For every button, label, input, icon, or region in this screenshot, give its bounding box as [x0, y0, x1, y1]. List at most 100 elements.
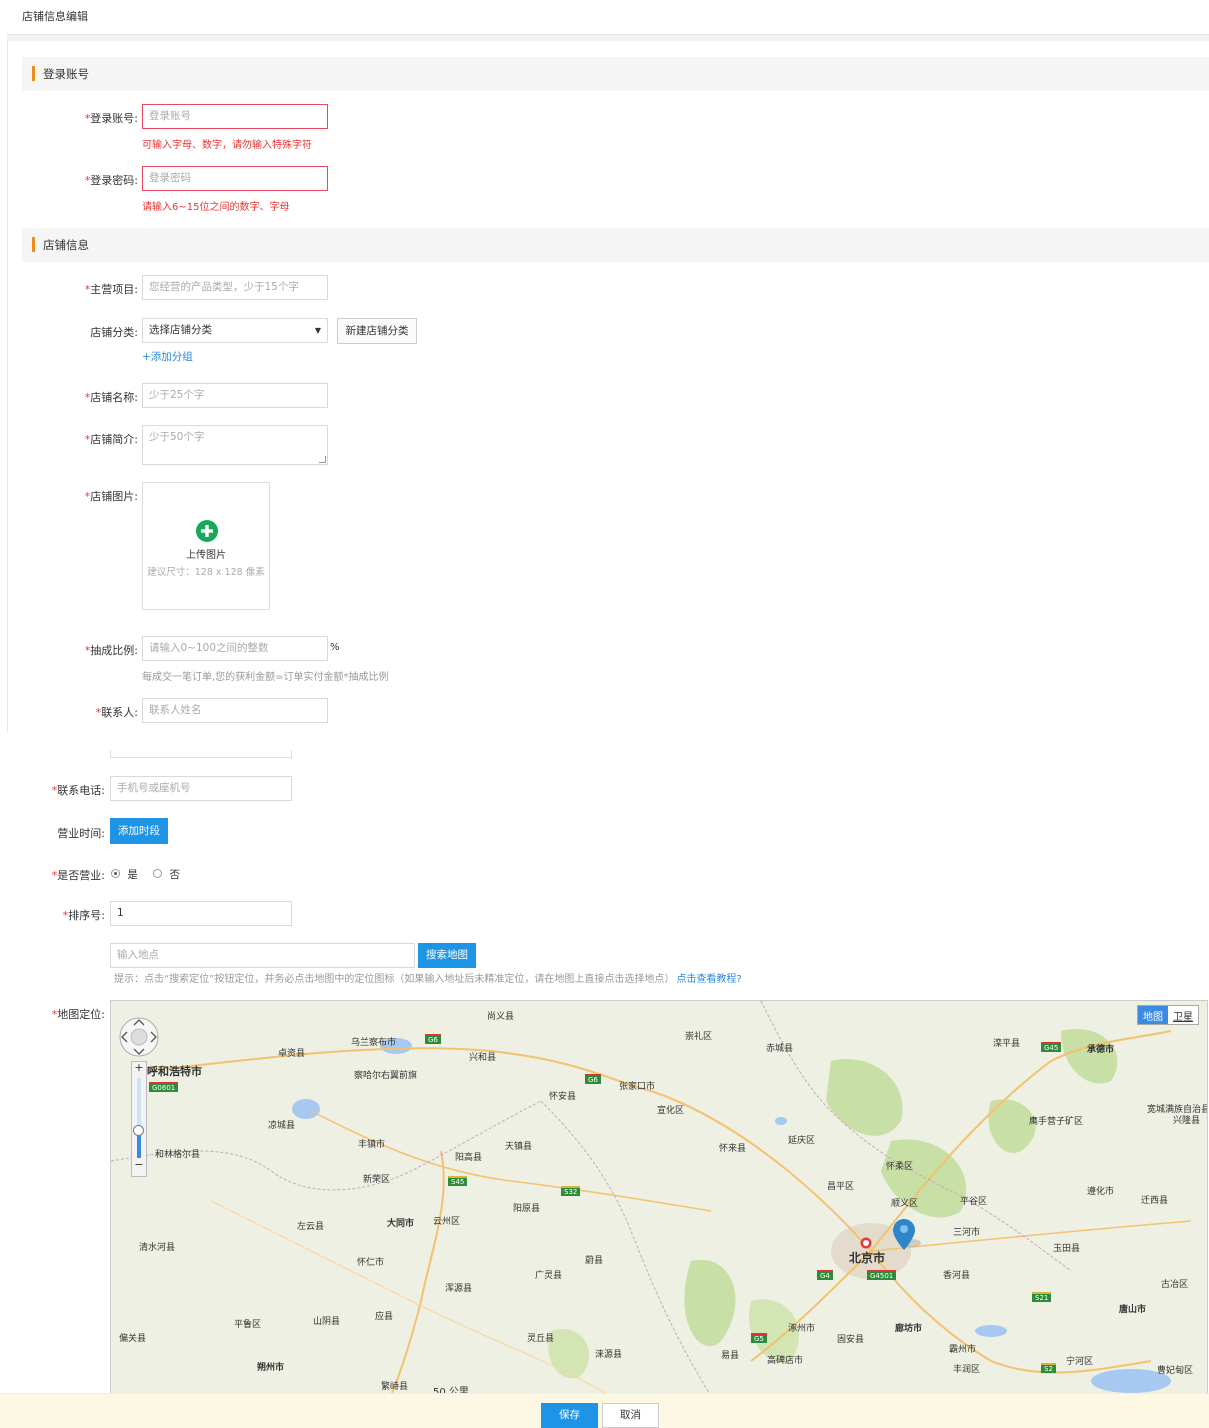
plus-circle-icon — [196, 520, 218, 542]
road-shield: G45 — [1041, 1042, 1062, 1052]
place-label: 涞源县 — [595, 1350, 623, 1360]
radio-no-label: 否 — [169, 869, 181, 881]
place-label: 丰润区 — [953, 1365, 981, 1375]
map-type-satellite-button[interactable]: 卫星 — [1168, 1006, 1198, 1024]
map-label: *地图定位: — [51, 1008, 105, 1021]
zoom-handle[interactable] — [133, 1125, 144, 1136]
place-label: 左云县 — [297, 1222, 325, 1232]
new-shop-category-button[interactable]: 新建店铺分类 — [337, 318, 417, 344]
commission-input[interactable]: 请输入0~100之间的整数 — [142, 636, 328, 661]
place-label: 三河市 — [953, 1228, 981, 1238]
shop-intro-label: *店铺简介: — [84, 433, 138, 446]
place-label: 曹妃甸区 — [1157, 1366, 1194, 1376]
radio-yes[interactable] — [111, 869, 120, 878]
map-pan-control[interactable] — [117, 1017, 161, 1057]
is-open-label: *是否营业: — [51, 869, 105, 882]
place-label: 宁河区 — [1066, 1357, 1094, 1367]
road-shield: G4501 — [867, 1270, 897, 1280]
place-label: 蔚县 — [585, 1256, 604, 1266]
place-label: 怀仁市 — [357, 1258, 385, 1268]
contact-input[interactable]: 联系人姓名 — [142, 698, 328, 723]
resize-handle[interactable] — [319, 456, 326, 463]
add-time-slot-button[interactable]: 添加时段 — [110, 818, 168, 844]
place-label: 尚义县 — [487, 1012, 515, 1022]
add-group-link[interactable]: +添加分组 — [142, 349, 193, 364]
place-label: 乌兰察布市 — [351, 1038, 397, 1048]
save-button[interactable]: 保存 — [541, 1403, 598, 1428]
place-label: 丰镇市 — [358, 1140, 386, 1150]
business-hours-label: 营业时间: — [57, 827, 105, 840]
sort-input[interactable]: 1 — [110, 901, 292, 926]
phone-label: *联系电话: — [51, 784, 105, 797]
place-label: 灵丘县 — [527, 1334, 555, 1344]
upload-label: 上传图片 — [186, 550, 226, 561]
place-label: 卓资县 — [278, 1049, 306, 1059]
shop-image-label: *店铺图片: — [84, 490, 138, 503]
place-label: 唐山市 — [1119, 1305, 1147, 1315]
phone-input[interactable]: 手机号或座机号 — [110, 776, 292, 801]
login-password-input[interactable]: 登录密码 — [142, 166, 328, 191]
footer-bar: 保存 取消 — [0, 1393, 1209, 1428]
map-background — [111, 1001, 1207, 1396]
road-shield: G0601 — [149, 1082, 179, 1092]
place-label: 赤城县 — [766, 1044, 794, 1054]
map-view[interactable]: 乌兰察布市 呼和浩特市 卓资县 兴和县 察哈尔右翼前旗 张家口市 怀安县 宣化区… — [110, 1000, 1208, 1397]
place-label: 应县 — [375, 1312, 394, 1322]
place-label: 阳原县 — [513, 1204, 541, 1214]
upload-size-hint: 建议尺寸：128 x 128 像素 — [147, 567, 265, 578]
zoom-in-icon[interactable]: + — [132, 1061, 146, 1074]
road-shield: G6 — [425, 1034, 441, 1044]
page-title: 店铺信息编辑 — [22, 10, 88, 23]
place-label: 宽城满族自治县 — [1147, 1105, 1208, 1115]
road-shield: G6 — [585, 1074, 601, 1084]
tutorial-link[interactable]: 点击查看教程? — [676, 974, 741, 985]
main-project-input[interactable]: 您经营的产品类型，少于15个字 — [142, 275, 328, 300]
shop-intro-textarea[interactable]: 少于50个字 — [142, 425, 328, 465]
place-label: 北京市 — [849, 1251, 886, 1265]
location-pin-icon[interactable] — [893, 1219, 923, 1253]
main-project-label: *主营项目: — [84, 283, 138, 296]
capital-star-icon — [860, 1237, 872, 1249]
road-shield: S21 — [1032, 1292, 1052, 1302]
place-label: 易县 — [721, 1351, 740, 1361]
input-edge — [110, 750, 292, 758]
login-account-hint: 可输入字母、数字，请勿输入特殊字符 — [142, 140, 312, 151]
cancel-button[interactable]: 取消 — [602, 1403, 659, 1428]
zoom-out-icon[interactable]: − — [132, 1158, 146, 1171]
place-label: 兴和县 — [469, 1053, 497, 1063]
place-label: 平鲁区 — [234, 1320, 262, 1330]
map-type-map-button[interactable]: 地图 — [1138, 1006, 1168, 1024]
place-label: 天镇县 — [505, 1142, 533, 1152]
place-label: 新荣区 — [363, 1175, 391, 1185]
section-title: 店铺信息 — [43, 238, 89, 252]
shop-category-select[interactable]: 选择店铺分类 ▼ — [142, 318, 328, 343]
place-label: 怀来县 — [719, 1144, 747, 1154]
place-label: 朔州市 — [257, 1363, 285, 1373]
chevron-down-icon: ▼ — [314, 326, 321, 335]
radio-no[interactable] — [153, 869, 163, 878]
search-map-button[interactable]: 搜索地图 — [418, 943, 476, 968]
shop-image-upload[interactable]: 上传图片 建议尺寸：128 x 128 像素 — [142, 482, 270, 610]
place-label: 滦平县 — [993, 1039, 1021, 1049]
login-account-input[interactable]: 登录账号 — [142, 104, 328, 129]
place-label: 迁西县 — [1141, 1196, 1169, 1206]
place-label: 凉城县 — [268, 1121, 296, 1131]
road-shield: S45 — [448, 1176, 468, 1186]
radio-yes-label: 是 — [127, 869, 138, 881]
place-label: 古冶区 — [1161, 1280, 1189, 1290]
place-label: 高碑店市 — [767, 1356, 804, 1366]
zoom-slider[interactable]: + − — [131, 1061, 147, 1177]
place-label: 怀柔区 — [886, 1162, 914, 1172]
place-label: 平谷区 — [960, 1197, 988, 1207]
map-search-input[interactable]: 输入地点 — [110, 943, 415, 968]
place-label: 察哈尔右翼前旗 — [354, 1071, 418, 1081]
place-label: 张家口市 — [619, 1082, 656, 1092]
shop-name-input[interactable]: 少于25个字 — [142, 383, 328, 408]
top-divider — [7, 34, 1209, 41]
place-label: 呼和浩特市 — [147, 1065, 202, 1078]
place-label: 阳高县 — [455, 1153, 483, 1163]
road-shield: G5 — [751, 1333, 767, 1343]
section-shop: 店铺信息 — [22, 228, 1209, 262]
place-label: 廊坊市 — [895, 1324, 923, 1334]
place-label: 延庆区 — [788, 1136, 816, 1146]
